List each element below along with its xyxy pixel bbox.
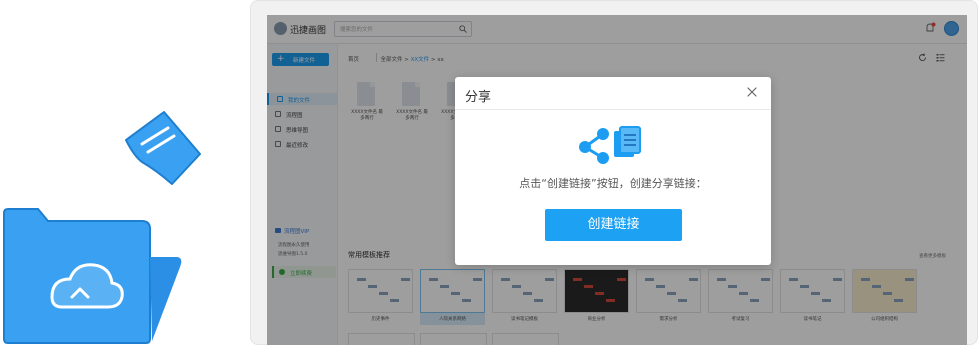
dialog-title: 分享	[465, 90, 492, 105]
share-dialog: 分享 点击“创建链接”按钮，创建分享链接： 创建链接	[455, 77, 771, 265]
dialog-message: 点击“创建链接”按钮，创建分享链接：	[519, 177, 707, 190]
cloud-upload-folder-icon	[3, 208, 182, 344]
paper-icon	[125, 111, 201, 185]
create-link-button[interactable]: 创建链接	[545, 209, 682, 241]
close-icon[interactable]	[745, 85, 759, 99]
dialog-header: 分享	[455, 77, 771, 110]
share-link-icon	[579, 126, 641, 164]
